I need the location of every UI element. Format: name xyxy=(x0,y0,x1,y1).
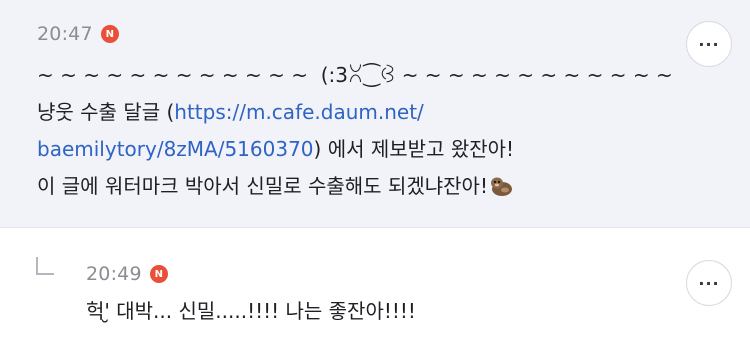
more-options-button[interactable]: ... xyxy=(686,21,732,67)
more-options-button[interactable]: ... xyxy=(686,260,732,306)
comment-item: 20:47 N ... ~ ~ ~ ~ ~ ~ ~ ~ ~ ~ ~ ~ (:3ꇤ… xyxy=(0,0,750,228)
comment-line-3-suffix: ) 에서 제보받고 왔잔아! xyxy=(313,137,515,161)
reply-time: 20:49 xyxy=(86,263,142,285)
comment-time: 20:47 xyxy=(37,23,93,45)
comment-body: ~ ~ ~ ~ ~ ~ ~ ~ ~ ~ ~ ~ (:3ꇤ⁐ꃳ ~ ~ ~ ~ ~… xyxy=(37,57,673,205)
reply-body: 헉'̮ 대박... 신밀.....!!!! 나는 좋잔아!!!! xyxy=(86,299,416,323)
reply-meta: 20:49 N xyxy=(86,260,168,288)
reply-indicator-icon xyxy=(36,257,54,275)
comment-line-1: ~ ~ ~ ~ ~ ~ ~ ~ ~ ~ ~ ~ (:3ꇤ⁐ꃳ ~ ~ ~ ~ ~… xyxy=(37,63,673,87)
more-dots-icon: ... xyxy=(698,31,720,50)
comment-line-2-prefix: 냥웃 수출 달글 ( xyxy=(37,100,175,124)
new-badge: N xyxy=(100,25,119,43)
more-dots-icon: ... xyxy=(698,270,720,289)
comment-line-4: 이 글에 워터마크 박아서 신밀로 수출해도 되겠냐잔아! xyxy=(37,174,488,198)
comment-meta: 20:47 N xyxy=(37,20,119,48)
reply-item: 20:49 N ... 헉'̮ 대박... 신밀.....!!!! 나는 좋잔아… xyxy=(0,228,750,357)
comment-thread: 20:47 N ... ~ ~ ~ ~ ~ ~ ~ ~ ~ ~ ~ ~ (:3ꇤ… xyxy=(0,0,750,357)
new-badge: N xyxy=(149,265,168,283)
cafe-link-part-1[interactable]: https://m.cafe.daum.net/ xyxy=(174,100,424,124)
otter-icon xyxy=(490,172,514,196)
cafe-link-part-2[interactable]: baemilytory/8zMA/5160370 xyxy=(37,137,314,161)
